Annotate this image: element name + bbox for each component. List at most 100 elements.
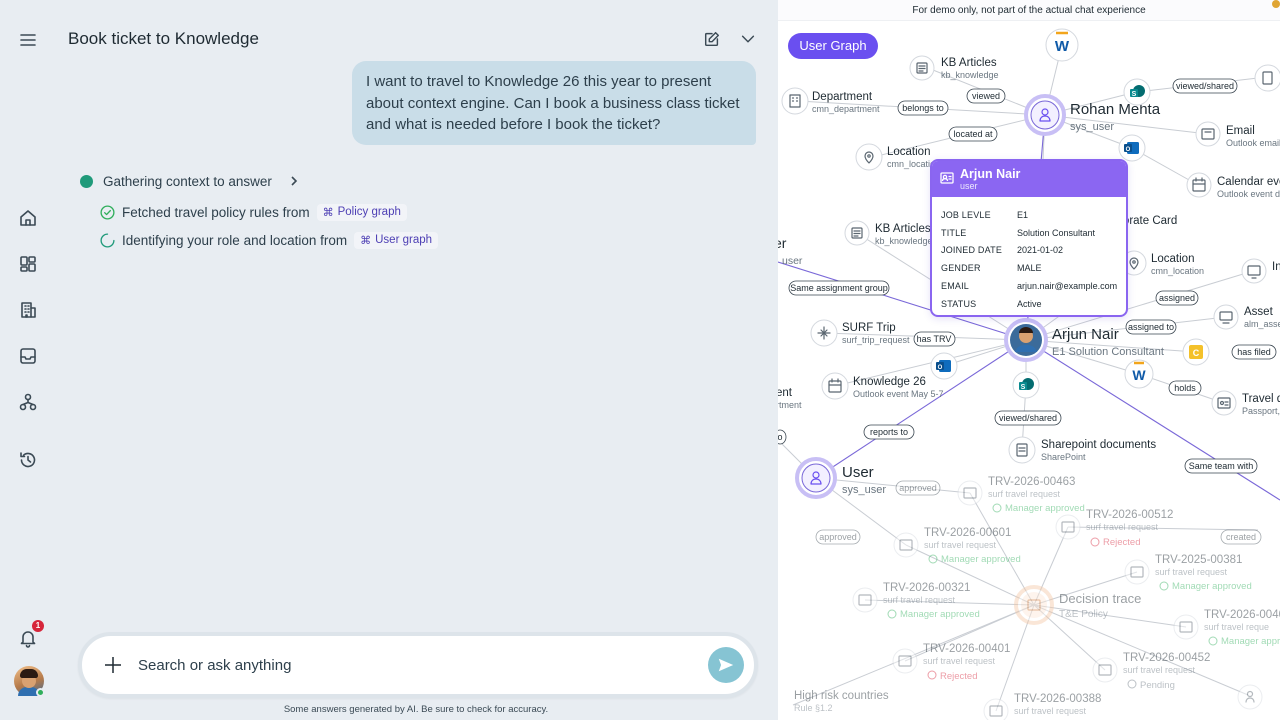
svg-text:TRV-2026-00463: TRV-2026-00463	[988, 476, 1075, 488]
svg-text:In: In	[1272, 261, 1280, 273]
building-icon[interactable]	[14, 296, 42, 324]
user-graph-pill[interactable]: User Graph	[788, 33, 878, 59]
travel-request-node[interactable]: TRV-2026-00512 surf travel request Rejec…	[1055, 509, 1173, 548]
svg-text:located at: located at	[953, 129, 993, 139]
user-node[interactable]: User sys_user	[795, 457, 886, 499]
outlook-node[interactable]: O	[1118, 134, 1146, 162]
demo-note: For demo only, not part of the actual ch…	[912, 5, 1146, 16]
inbox-icon[interactable]	[14, 342, 42, 370]
chevron-down-icon[interactable]	[736, 27, 760, 51]
svg-text:belongs to: belongs to	[902, 103, 944, 113]
svg-text:Arjun Nair: Arjun Nair	[1052, 326, 1119, 343]
svg-text:approved: approved	[899, 483, 937, 493]
svg-text:Manager approv: Manager approv	[1221, 636, 1280, 647]
edge-label-viewed-shared: viewed/shared	[1172, 78, 1238, 94]
knowledge-26-node[interactable]: Knowledge 26 Outlook event May 5-7	[821, 372, 944, 400]
location-node[interactable]: Location cmn_location	[855, 143, 940, 171]
thinking-label: Gathering context to answer	[103, 173, 272, 189]
edit-icon[interactable]	[700, 27, 724, 51]
svg-text:Sharepoint documents: Sharepoint documents	[1041, 439, 1156, 451]
dashboard-icon[interactable]	[14, 250, 42, 278]
travel-document-node[interactable]: Travel d Passport,	[1211, 390, 1280, 416]
svg-text:user: user	[782, 255, 803, 267]
edge-label-belongs-to: belongs to	[897, 100, 949, 116]
kb-articles-node[interactable]: KB Articles kb_knowledge	[909, 55, 999, 81]
svg-text:rtment: rtment	[778, 400, 802, 410]
avatar[interactable]	[14, 666, 45, 697]
svg-text:assigned: assigned	[1159, 293, 1195, 303]
asset-node[interactable]: Asset alm_asset	[1213, 304, 1280, 330]
user-node[interactable]: er user	[778, 235, 803, 267]
workflow-icon[interactable]	[14, 388, 42, 416]
left-rail: 1	[0, 0, 56, 720]
menu-icon[interactable]	[14, 26, 42, 54]
bell-icon[interactable]: 1	[14, 620, 44, 652]
high-risk-countries-node[interactable]: High risk countries Rule §1.2	[794, 690, 889, 713]
svg-text:W: W	[1132, 367, 1146, 383]
user-graph-chip[interactable]: ⌘ User graph	[354, 231, 439, 249]
svg-text:KB Articles: KB Articles	[941, 57, 997, 69]
profile-card: Arjun Nair user JOB LEVLE E1 TITLE Solutio…	[930, 159, 1128, 317]
send-button[interactable]	[708, 647, 744, 683]
search-input[interactable]	[138, 652, 698, 678]
command-icon: ⌘	[322, 206, 334, 219]
calendar-node[interactable]: Calendar event Outlook event d	[1186, 172, 1280, 199]
outlook-node[interactable]: O	[930, 352, 958, 380]
travel-request-node[interactable]: TRV-2026-00601 surf travel request Manag…	[893, 527, 1021, 565]
svg-text:viewed: viewed	[972, 91, 1000, 101]
svg-text:TRV-2026-00512: TRV-2026-00512	[1086, 509, 1173, 521]
travel-request-node[interactable]: TRV-2026-00401 surf travel request Rejec…	[892, 643, 1010, 682]
edge-label-has-trv: has TRV	[913, 331, 956, 347]
edge-label-o: o	[778, 429, 787, 445]
profile-card-row: JOB LEVLE E1	[941, 209, 1029, 220]
email-node[interactable]: Email Outlook email	[1195, 121, 1280, 148]
profile-card-row: JOINED DATE 2021-01-02	[941, 245, 1064, 256]
travel-request-node[interactable]: TRV-2026-00452 surf travel request Pendi…	[1092, 652, 1210, 691]
svg-text:Rohan Mehta: Rohan Mehta	[1070, 101, 1161, 118]
surf-trip-node[interactable]: SURF Trip surf_trip_request	[810, 319, 910, 347]
sharepoint-documents-node[interactable]: Sharepoint documents SharePoint	[1008, 436, 1156, 464]
ai-disclaimer: Some answers generated by AI. Be sure to…	[283, 704, 549, 715]
user-node[interactable]	[1237, 684, 1263, 710]
profile-card-row: TITLE Solution Consultant	[941, 227, 1096, 238]
travel-request-node[interactable]: TRV-2025-00381 surf travel request Manag…	[1124, 554, 1252, 592]
svg-text:C: C	[1193, 348, 1200, 358]
svg-text:TRV-2026-00601: TRV-2026-00601	[924, 527, 1011, 539]
travel-request-node[interactable]: TRV-2026-00388 surf travel request	[983, 693, 1101, 720]
svg-text:S: S	[1021, 384, 1026, 391]
svg-text:surf travel request: surf travel request	[1155, 567, 1228, 577]
step-text: Fetched travel policy rules from	[122, 204, 310, 220]
workday-node[interactable]: W	[1124, 359, 1154, 389]
workday-node[interactable]: W	[1045, 28, 1079, 62]
chevron-right-icon	[291, 176, 297, 186]
history-icon[interactable]	[14, 446, 42, 474]
chat-pane: 1 Book ticket to Knowledge I want to tra…	[0, 0, 778, 720]
travel-request-node[interactable]: TRV-2026-00321 surf travel request Manag…	[852, 582, 980, 620]
svg-text:TRV-2025-00381: TRV-2025-00381	[1155, 554, 1242, 566]
edge-label-has-filed: has filed	[1231, 344, 1277, 360]
policy-graph-chip[interactable]: ⌘ Policy graph	[316, 203, 407, 221]
svg-text:User: User	[842, 464, 874, 481]
add-attachment-button[interactable]	[102, 654, 124, 676]
incident-node[interactable]: In	[1241, 258, 1280, 284]
department-node[interactable]: Department cmn_department	[781, 87, 880, 115]
svg-text:ent: ent	[778, 387, 793, 399]
svg-text:KB Articles: KB Articles	[875, 223, 931, 235]
svg-text:Knowledge 26: Knowledge 26	[853, 376, 926, 388]
svg-text:Location: Location	[1151, 253, 1194, 265]
sharepoint-node[interactable]: S	[1012, 371, 1040, 399]
svg-text:W: W	[1055, 38, 1070, 55]
sharepoint-node[interactable]: S	[1123, 78, 1151, 106]
document-node[interactable]	[1254, 64, 1280, 92]
travel-request-node[interactable]: TRV-2026-0040 surf travel reque Manager …	[1173, 609, 1280, 647]
chip-label: User graph	[375, 234, 433, 246]
coupa-node[interactable]: C	[1182, 338, 1210, 366]
travel-request-node[interactable]: TRV-2026-00463 surf travel request Manag…	[957, 476, 1085, 514]
home-icon[interactable]	[14, 204, 42, 232]
edge-label-holds: holds	[1168, 380, 1202, 396]
thinking-toggle[interactable]: Gathering context to answer	[80, 172, 300, 190]
location-node[interactable]: Location cmn_location	[1121, 250, 1204, 276]
kb-articles-node[interactable]: KB Articles kb_knowledge	[844, 220, 933, 246]
graph-canvas[interactable]: viewed belongs to viewed/shared located …	[778, 0, 1280, 720]
department-node[interactable]: ent rtment	[778, 387, 802, 410]
